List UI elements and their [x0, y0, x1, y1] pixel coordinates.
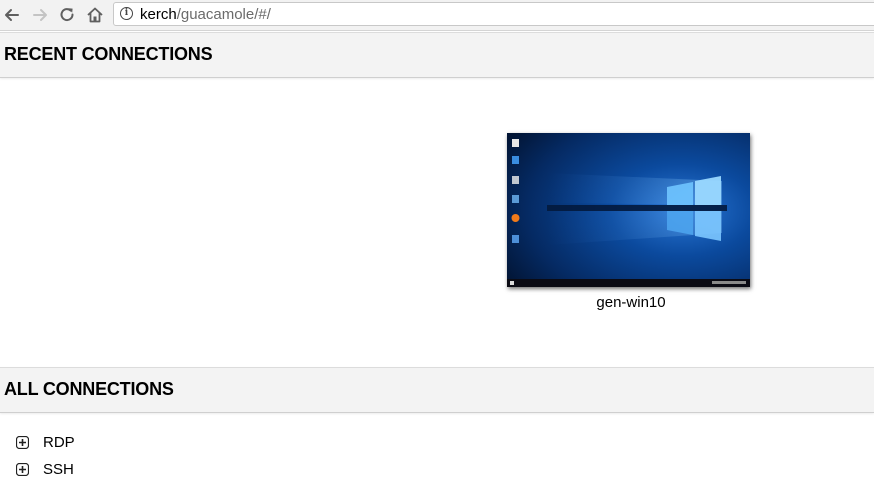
- expand-plus-icon[interactable]: [16, 436, 29, 449]
- reload-icon[interactable]: [57, 5, 77, 25]
- recent-connections-header: RECENT CONNECTIONS: [0, 32, 874, 78]
- windows-desktop-thumbnail: [507, 133, 750, 287]
- connection-name[interactable]: gen-win10: [507, 294, 755, 312]
- all-connections-title: ALL CONNECTIONS: [4, 379, 174, 399]
- url-host: kerch: [140, 6, 177, 23]
- back-arrow-icon[interactable]: [2, 5, 22, 25]
- group-label[interactable]: RDP: [43, 434, 75, 452]
- group-label[interactable]: SSH: [43, 461, 74, 479]
- connection-thumbnail[interactable]: [507, 133, 750, 287]
- browser-toolbar: i kerch/guacamole/#/: [0, 0, 874, 31]
- url-path: /guacamole/#/: [176, 6, 271, 23]
- expand-plus-icon[interactable]: [16, 463, 29, 476]
- home-icon[interactable]: [85, 5, 105, 25]
- recent-connections-title: RECENT CONNECTIONS: [4, 44, 213, 64]
- forward-arrow-icon[interactable]: [30, 5, 50, 25]
- url-text[interactable]: kerch/guacamole/#/: [140, 6, 271, 23]
- address-bar[interactable]: i kerch/guacamole/#/: [113, 2, 874, 26]
- info-icon[interactable]: i: [120, 7, 133, 20]
- all-connections-header: ALL CONNECTIONS: [0, 367, 874, 413]
